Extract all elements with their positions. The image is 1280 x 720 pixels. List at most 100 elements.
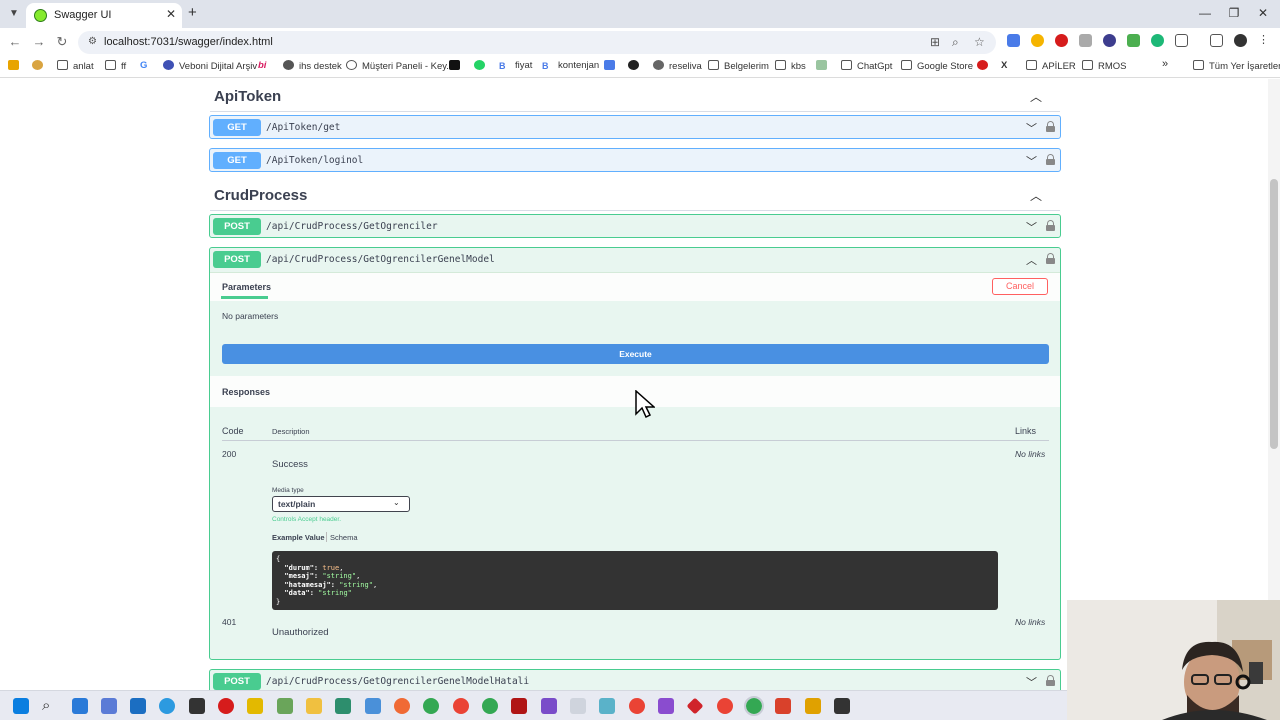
app-icon[interactable] (101, 698, 117, 714)
visual-studio-icon[interactable] (658, 698, 674, 714)
page-scrollbar[interactable] (1268, 79, 1280, 690)
reload-icon[interactable]: ↻ (54, 34, 70, 50)
lock-icon[interactable] (1046, 253, 1055, 264)
extension-drive-icon[interactable] (1031, 34, 1044, 47)
extension-translate-icon[interactable] (1007, 34, 1020, 47)
chrome-icon[interactable] (629, 698, 645, 714)
opera-icon[interactable] (218, 698, 234, 714)
site-info-icon[interactable]: ⚙ (88, 36, 97, 47)
bookmark-apiler[interactable]: APİLER (1026, 60, 1076, 72)
bookmark-kbs[interactable]: kbs (775, 60, 806, 72)
app-icon[interactable] (247, 698, 263, 714)
tab-parameters[interactable]: Parameters (222, 282, 271, 292)
bookmark-tv[interactable] (449, 60, 465, 72)
bookmark-google-store[interactable]: Google Store (901, 60, 973, 72)
example-value-code[interactable]: { "durum": true, "mesaj": "string", "hat… (272, 551, 998, 610)
operation-summary[interactable]: POST /api/CrudProcess/GetOgrencilerGenel… (210, 248, 1060, 272)
extension-generic-icon[interactable] (1079, 34, 1092, 47)
chevron-down-icon[interactable]: ﹀ (1026, 153, 1037, 169)
bookmark-chatgpt[interactable]: ChatGpt (841, 60, 892, 72)
tab-schema[interactable]: Schema (330, 533, 358, 542)
browser-tab[interactable]: Swagger UI ✕ (26, 3, 182, 28)
chrome-icon[interactable] (423, 698, 439, 714)
operation-post-getogrencilergenelmodelhatali[interactable]: POST /api/CrudProcess/GetOgrencilerGenel… (209, 669, 1061, 690)
terminal-icon[interactable] (834, 698, 850, 714)
bookmark-whatsapp[interactable] (474, 60, 490, 72)
chevron-down-icon[interactable]: ﹀ (1026, 674, 1037, 690)
lock-icon[interactable] (1046, 121, 1055, 132)
file-explorer-icon[interactable] (306, 698, 322, 714)
extension-shield-icon[interactable] (1127, 34, 1140, 47)
operation-get-apitoken-get[interactable]: GET /ApiToken/get ﹀ (209, 115, 1061, 139)
media-type-select[interactable]: text/plain ⌄ (272, 496, 410, 512)
maximize-icon[interactable]: ❐ (1224, 6, 1244, 20)
app-icon[interactable] (277, 698, 293, 714)
extensions-puzzle-icon[interactable] (1175, 34, 1188, 47)
tab-search-icon[interactable]: ▼ (6, 6, 22, 22)
edge-icon[interactable] (159, 698, 175, 714)
bookmark-veboni[interactable]: Veboni Dijital Arşiv (163, 60, 257, 72)
bookmark-x[interactable]: X (1001, 60, 1007, 71)
cancel-button[interactable]: Cancel (992, 278, 1048, 295)
side-panel-icon[interactable] (1210, 34, 1223, 47)
app-icon[interactable] (335, 698, 351, 714)
bookmark-ff[interactable]: ff (105, 60, 126, 72)
new-tab-button[interactable]: + (188, 4, 197, 21)
browser-menu-icon[interactable]: ⋮ (1258, 34, 1271, 47)
bookmark-item-app[interactable] (8, 60, 24, 72)
bookmark-rmos[interactable]: RMOS (1082, 60, 1127, 72)
bookmark-fiyat[interactable]: Bfiyat (499, 60, 532, 71)
visual-studio-icon[interactable] (541, 698, 557, 714)
bookmark-google[interactable]: G (140, 60, 147, 71)
bookmark-belgelerim[interactable]: Belgelerim (708, 60, 769, 72)
zoom-icon[interactable]: ⌕ (952, 35, 959, 50)
start-icon[interactable] (13, 698, 29, 714)
notepad-icon[interactable] (365, 698, 381, 714)
bookmark-ihs[interactable]: ihs destek (283, 60, 342, 72)
bookmark-kontenjan[interactable]: Bkontenjan (542, 60, 599, 71)
extension-grammarly-icon[interactable] (1151, 34, 1164, 47)
lock-icon[interactable] (1046, 675, 1055, 686)
bookmark-bi[interactable]: bi (258, 60, 266, 71)
vscode-icon[interactable] (72, 698, 88, 714)
chrome-icon[interactable] (453, 698, 469, 714)
chrome-active-icon[interactable] (744, 696, 764, 716)
lock-icon[interactable] (1046, 154, 1055, 165)
translate-icon[interactable]: ⊞ (930, 35, 940, 49)
bookmark-anlat[interactable]: anlat (57, 60, 94, 72)
bookmark-reseliva[interactable]: reseliva (653, 60, 702, 72)
close-window-icon[interactable]: ✕ (1253, 6, 1273, 20)
postman-icon[interactable] (394, 698, 410, 714)
extension-opera-icon[interactable] (1055, 34, 1068, 47)
bookmark-all[interactable]: Tüm Yer İşaretleri (1193, 60, 1280, 72)
address-bar[interactable]: ⚙ localhost:7031/swagger/index.html ⊞ ⌕ … (78, 31, 996, 54)
bookmark-opera[interactable] (977, 60, 993, 72)
bookmark-github[interactable] (628, 60, 644, 72)
bookmark-item-app2[interactable] (32, 60, 48, 72)
scrollbar-thumb[interactable] (1270, 179, 1278, 449)
operation-post-getogrenciler[interactable]: POST /api/CrudProcess/GetOgrenciler ﹀ (209, 214, 1061, 238)
chevron-up-icon[interactable]: ︿ (1026, 252, 1037, 268)
chevron-up-icon[interactable]: ︿ (1030, 187, 1042, 204)
filezilla-icon[interactable] (511, 698, 527, 714)
bookmark-translate[interactable] (604, 60, 620, 72)
forward-icon[interactable]: → (31, 34, 47, 49)
app-icon[interactable] (805, 698, 821, 714)
url-text[interactable]: localhost:7031/swagger/index.html (104, 36, 273, 48)
back-icon[interactable]: ← (7, 34, 23, 49)
app-icon[interactable] (599, 698, 615, 714)
profile-avatar[interactable] (1234, 34, 1247, 47)
bookmark-musteri[interactable]: Müşteri Paneli - Key... (346, 60, 454, 72)
app-icon[interactable] (775, 698, 791, 714)
section-title-apitoken[interactable]: ApiToken (214, 88, 281, 105)
lock-icon[interactable] (1046, 220, 1055, 231)
outlook-icon[interactable] (130, 698, 146, 714)
app-icon[interactable] (686, 697, 704, 715)
terminal-icon[interactable] (189, 698, 205, 714)
chevron-up-icon[interactable]: ︿ (1030, 88, 1042, 105)
search-icon[interactable]: ⌕ (42, 698, 58, 714)
operation-get-apitoken-loginol[interactable]: GET /ApiToken/loginol ﹀ (209, 148, 1061, 172)
bookmarks-overflow[interactable]: » (1162, 58, 1168, 70)
minimize-icon[interactable]: — (1195, 6, 1215, 20)
bookmark-app3[interactable] (816, 60, 832, 72)
